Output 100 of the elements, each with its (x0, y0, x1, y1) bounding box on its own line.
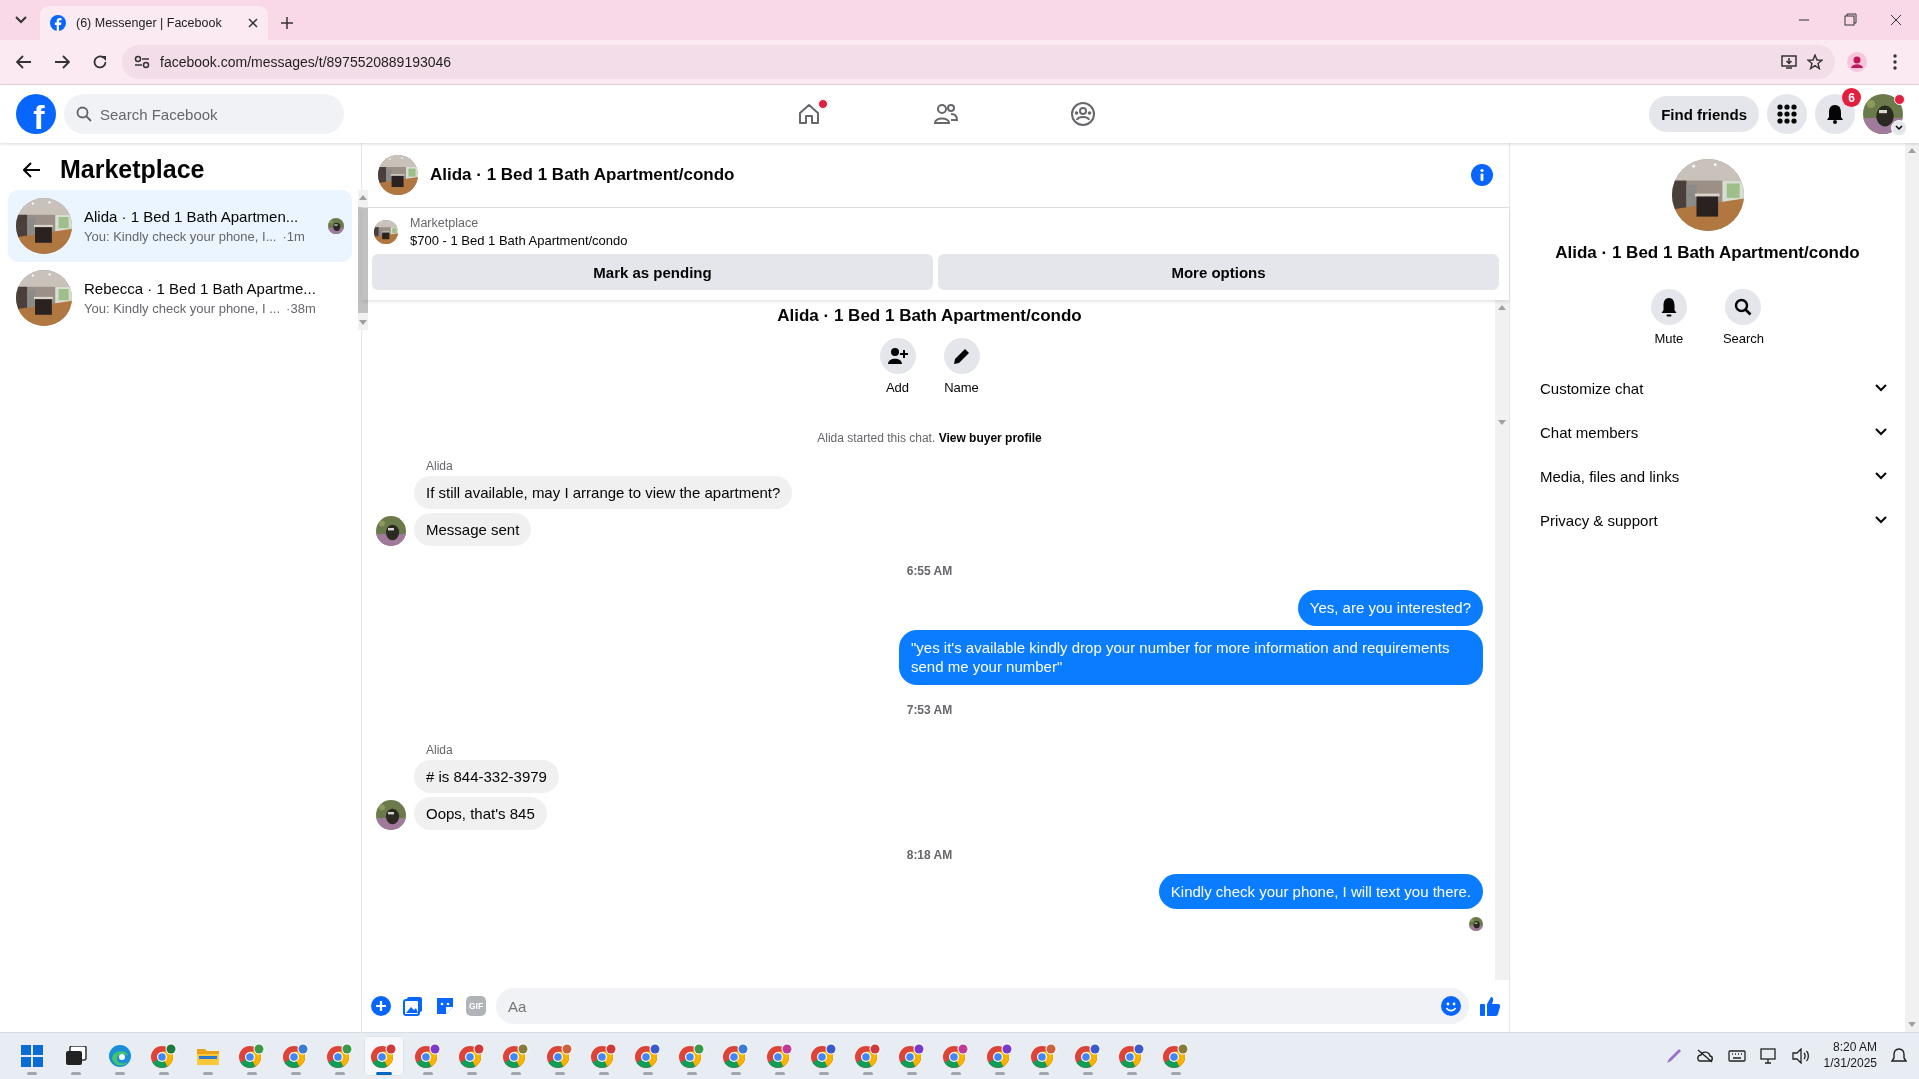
buyer-profile-link[interactable]: View buyer profile (938, 431, 1042, 445)
groups-icon (1069, 101, 1096, 127)
chrome-icon (1162, 1043, 1190, 1069)
clock[interactable]: 8:20 AM 1/31/2025 (1823, 1040, 1877, 1072)
chrome-icon (370, 1043, 398, 1069)
facebook-icon (50, 15, 66, 31)
pencil-icon (952, 347, 971, 365)
section-header[interactable]: Chat members (1526, 410, 1897, 454)
chrome-icon (546, 1043, 574, 1069)
chevron-down-icon (1875, 516, 1887, 524)
chrome-icon (282, 1043, 310, 1069)
account-button[interactable] (1863, 94, 1903, 134)
message-time: ·1m (282, 229, 305, 244)
timestamp: 6:55 AM (905, 564, 954, 578)
scrollbar[interactable] (1495, 300, 1509, 980)
info-icon[interactable] (1471, 164, 1493, 186)
message-bubble: Oops, that's 845 (414, 796, 547, 830)
section-header[interactable]: Media, files and links (1526, 454, 1897, 498)
message-time: ·38m (286, 301, 316, 316)
scrollbar[interactable] (357, 190, 368, 330)
clock-time: 8:20 AM (1832, 1040, 1877, 1056)
chrome-icon (1030, 1043, 1058, 1069)
sender-name: Alida (426, 459, 454, 473)
chrome-icon (722, 1043, 750, 1069)
message-field[interactable]: Aa (496, 988, 1469, 1024)
message-bubble: Kindly check your phone, I will text you there. (1158, 873, 1483, 909)
timestamp: 7:53 AM (905, 702, 954, 717)
tab-title: (6) Messenger | Facebook (76, 16, 223, 30)
bell-icon (1825, 104, 1845, 124)
notification-badge: 6 (1842, 88, 1861, 107)
address-bar[interactable]: facebook.com/messages/t/8975520889193046 (122, 45, 1835, 79)
site-settings-icon[interactable] (134, 55, 150, 69)
add-person-icon (887, 347, 908, 365)
chrome-icon (854, 1043, 882, 1069)
chrome-icon (458, 1043, 486, 1069)
conversation-item[interactable]: Alida · 1 Bed 1 Bath Apartmen... You: Kindly check your phone, I... ·1m (8, 190, 352, 262)
emoji-icon[interactable] (1441, 996, 1461, 1016)
message-bubble: Message sent (414, 513, 532, 546)
listing-title: $700 - 1 Bed 1 Bath Apartment/condo (410, 233, 628, 248)
chevron-down-icon (1875, 428, 1887, 436)
more-icon[interactable] (1893, 54, 1897, 70)
notification-icon[interactable] (1891, 1048, 1907, 1064)
chrome-icon (502, 1043, 530, 1069)
pen-icon[interactable] (1665, 1048, 1682, 1064)
plus-button[interactable] (370, 995, 392, 1017)
clock-date: 1/31/2025 (1823, 1056, 1877, 1072)
conversation-title: Alida · 1 Bed 1 Bath Apartmen... (84, 208, 300, 225)
message-bubble: "yes it's available kindly drop your number for more information and requirements send me your number" (899, 629, 1483, 685)
folder-icon (196, 1046, 220, 1066)
notifications-button[interactable] (1815, 94, 1855, 134)
conversation-item[interactable]: Rebecca · 1 Bed 1 Bath Apartme... You: Kindly check your phone, I ... ·38m (8, 262, 352, 334)
image-icon (403, 996, 423, 1016)
photo-button[interactable] (402, 995, 424, 1017)
message-bubble: Yes, are you interested? (1297, 590, 1483, 626)
sticker-button[interactable] (434, 995, 456, 1017)
people-icon (932, 102, 959, 126)
browser-tab[interactable]: (6) Messenger | Facebook (40, 6, 268, 40)
speaker-icon[interactable] (1791, 1048, 1810, 1064)
star-icon[interactable] (1807, 54, 1823, 70)
timestamp: 8:18 AM (905, 847, 954, 862)
chrome-icon (1118, 1043, 1146, 1069)
close-icon[interactable] (248, 18, 258, 28)
like-button[interactable] (1479, 995, 1501, 1017)
chrome-icon (326, 1043, 354, 1069)
chevron-down-icon (1875, 472, 1887, 480)
action-button[interactable]: Mark as pending (372, 254, 933, 290)
chrome-icon (678, 1043, 706, 1069)
forward-arrow-icon[interactable] (54, 55, 70, 69)
sticker-icon (435, 996, 455, 1016)
cloud-off-icon[interactable] (1695, 1049, 1714, 1063)
profile-icon[interactable] (1847, 52, 1867, 72)
windows-icon (21, 1045, 43, 1067)
facebook-logo[interactable]: f (16, 94, 56, 134)
install-icon[interactable] (1781, 54, 1797, 70)
plus-icon (371, 996, 391, 1016)
chrome-icon (150, 1043, 178, 1069)
reload-icon[interactable] (92, 54, 108, 70)
section-header[interactable]: Privacy & support (1526, 498, 1897, 542)
menu-button[interactable] (1767, 94, 1807, 134)
chat-start-note: Alida started this chat. View buyer profile (817, 431, 1042, 445)
conversation-title: Alida · 1 Bed 1 Bath Apartment/condo (777, 306, 1082, 326)
scrollbar[interactable] (1905, 143, 1919, 1032)
chrome-icon (898, 1043, 926, 1069)
chevron-down-icon (1895, 125, 1903, 131)
chrome-icon (634, 1043, 662, 1069)
find-friends-button[interactable]: Find friends (1649, 96, 1759, 132)
url-text: facebook.com/messages/t/8975520889193046 (160, 54, 453, 70)
chrome-icon (238, 1043, 266, 1069)
section-header[interactable]: Customize chat (1526, 366, 1897, 410)
plus-icon (281, 17, 293, 29)
bell-icon (1659, 297, 1678, 317)
keyboard-icon[interactable] (1727, 1050, 1746, 1062)
monitor-icon[interactable] (1759, 1048, 1778, 1064)
search-field[interactable]: Search Facebook (64, 94, 344, 134)
back-arrow-icon[interactable] (16, 55, 32, 69)
sender-name: Alida (426, 742, 454, 757)
browser-icon (108, 1044, 132, 1068)
chrome-icon (766, 1043, 794, 1069)
action-button[interactable]: More options (938, 254, 1499, 290)
thumbs-up-icon (1479, 995, 1501, 1017)
